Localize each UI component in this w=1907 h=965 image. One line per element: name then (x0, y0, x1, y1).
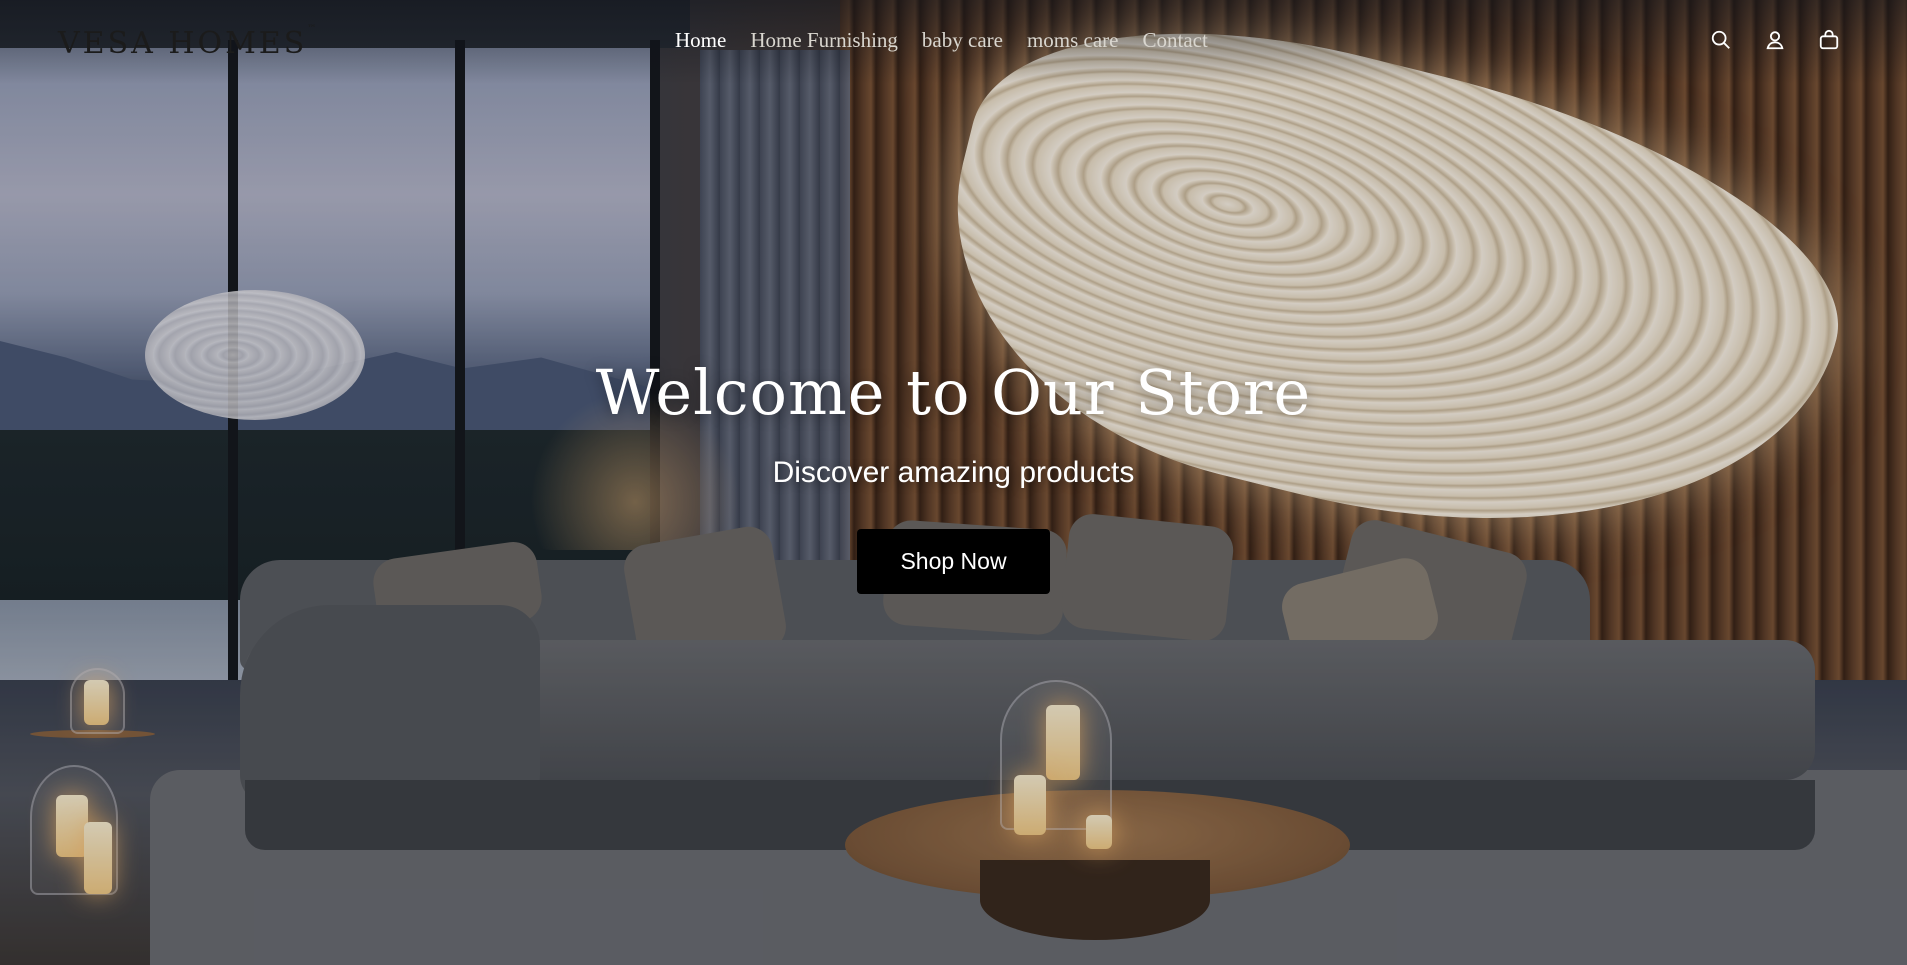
search-icon[interactable] (1710, 29, 1732, 51)
nav-link-baby-care[interactable]: baby care (910, 26, 1015, 55)
nav-link-contact[interactable]: Contact (1131, 26, 1220, 55)
hero-content: Welcome to Our Store Discover amazing pr… (0, 355, 1907, 594)
header-icons (1710, 29, 1840, 51)
account-icon[interactable] (1764, 29, 1786, 51)
nav-link-moms-care[interactable]: moms care (1015, 26, 1131, 55)
cart-icon[interactable] (1818, 29, 1840, 51)
site-header: VESA HOMES™ Home Home Furnishing baby ca… (0, 0, 1907, 84)
hero-subtitle: Discover amazing products (772, 456, 1135, 489)
logo-text: VESA HOMES (58, 26, 308, 61)
nav-link-home-furnishing[interactable]: Home Furnishing (738, 26, 910, 55)
hero-banner: VESA HOMES™ Home Home Furnishing baby ca… (0, 0, 1907, 965)
nav-link-home[interactable]: Home (675, 26, 738, 55)
main-nav: Home Home Furnishing baby care moms care… (675, 26, 1220, 55)
logo-trademark: ™ (307, 24, 320, 34)
shop-now-button[interactable]: Shop Now (857, 529, 1050, 594)
site-logo[interactable]: VESA HOMES™ (58, 24, 319, 64)
hero-title: Welcome to Our Store (595, 356, 1312, 429)
